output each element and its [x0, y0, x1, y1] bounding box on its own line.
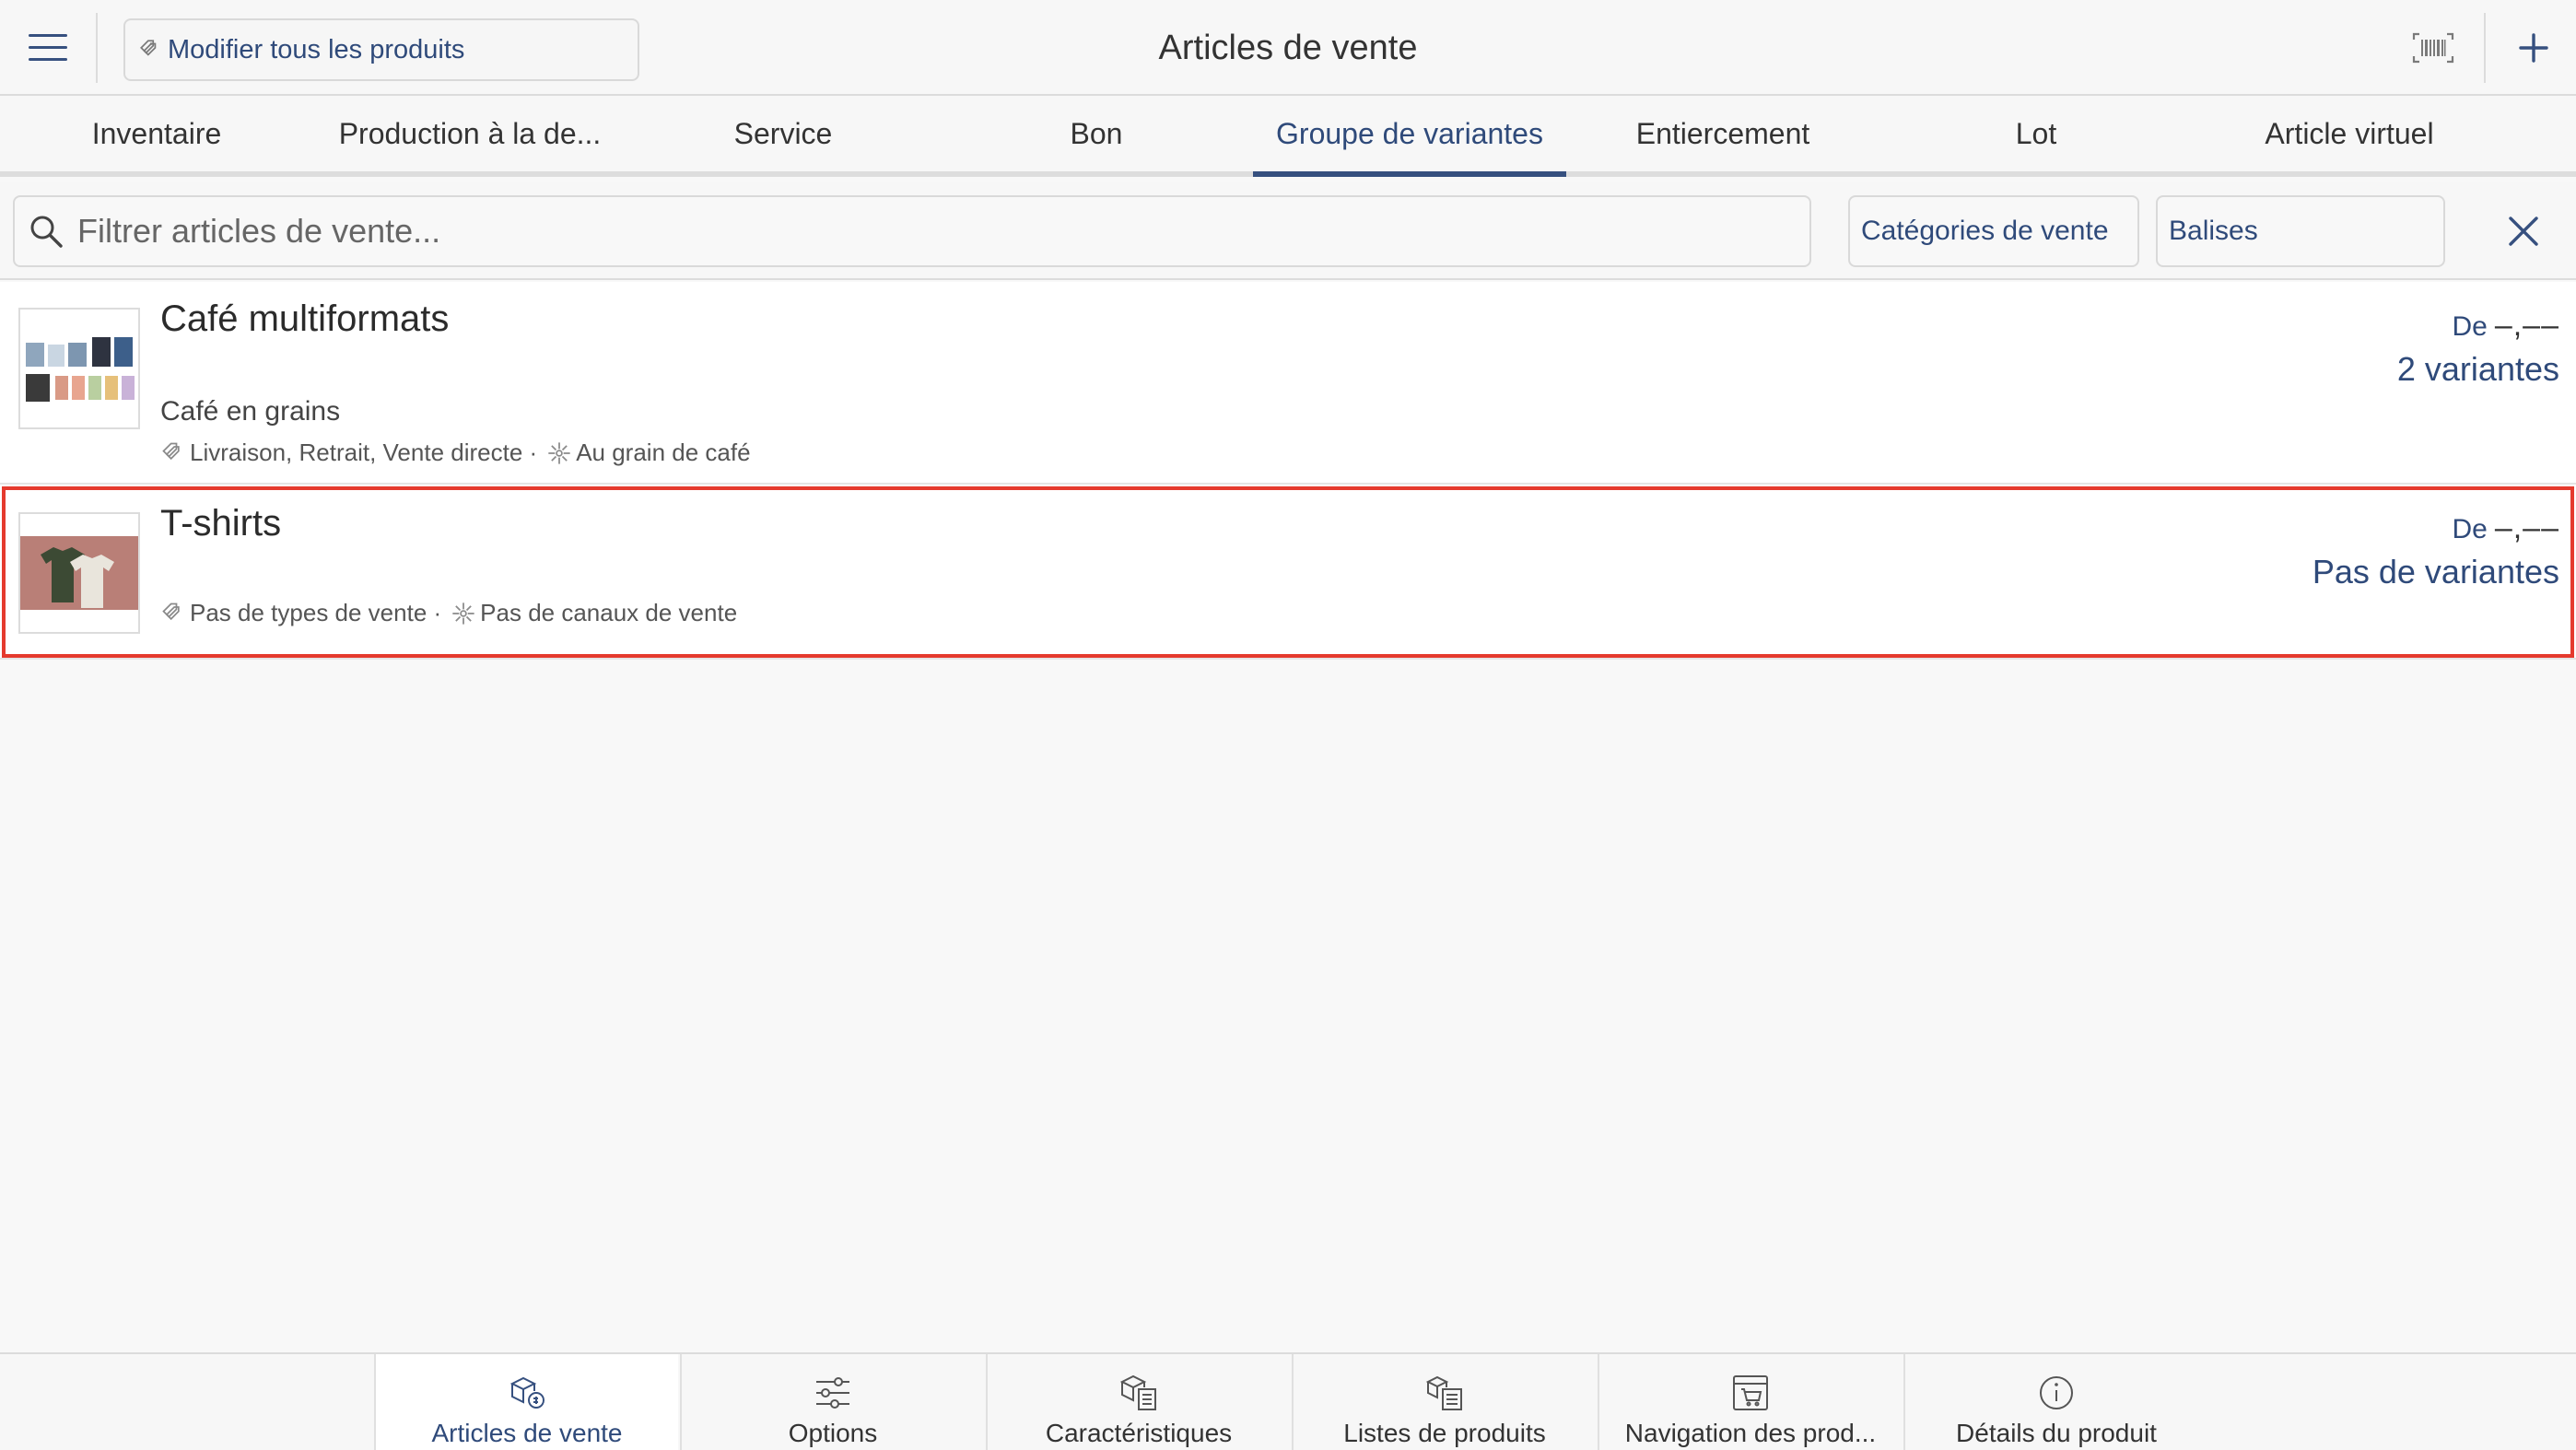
menu-icon [29, 34, 67, 62]
price-prefix: De [2452, 514, 2488, 544]
product-thumbnail [18, 308, 140, 429]
nav-label: Navigation des prod... [1624, 1419, 1877, 1447]
price: De –,–– [2452, 510, 2559, 546]
variants-count: 2 variantes [2396, 350, 2559, 388]
item-name: T-shirts [160, 503, 282, 544]
price: De –,–– [2452, 308, 2559, 344]
characteristics-icon [1119, 1374, 1156, 1410]
tags-icon [140, 40, 157, 56]
sliders-icon [816, 1377, 849, 1409]
tab-inventaire[interactable]: Inventaire [0, 96, 313, 171]
category-tabs: Inventaire Production à la de... Service… [0, 96, 2576, 177]
filter-bar: Catégories de vente Balises [0, 182, 2576, 280]
tags-icon [162, 442, 180, 460]
item-meta: Livraison, Retrait, Vente directe · Au g… [160, 439, 751, 467]
sale-types-text: Pas de types de vente · [190, 599, 442, 626]
channels-icon [452, 602, 474, 625]
sale-items-icon [509, 1376, 544, 1409]
price-value: –,–– [2494, 510, 2559, 545]
tab-lot[interactable]: Lot [1879, 96, 2193, 171]
sale-types-text: Livraison, Retrait, Vente directe · [190, 439, 538, 466]
top-bar: Modifier tous les produits Articles de v… [0, 0, 2576, 96]
nav-listes-de-produits[interactable]: Listes de produits [1292, 1354, 1596, 1450]
tab-entiercement[interactable]: Entiercement [1566, 96, 1879, 171]
channels-text: Pas de canaux de vente [480, 599, 738, 626]
plus-icon [2519, 33, 2548, 63]
coffee-products-image [20, 310, 138, 427]
search-box [13, 195, 1811, 267]
edit-all-products-button[interactable]: Modifier tous les produits [123, 18, 639, 81]
divider [96, 13, 98, 83]
tab-production[interactable]: Production à la de... [313, 96, 626, 171]
nav-label: Détails du produit [1956, 1419, 2157, 1447]
tab-article-virtuel[interactable]: Article virtuel [2193, 96, 2506, 171]
list-item[interactable]: Café multiformats Café en grains Livrais… [0, 282, 2576, 485]
close-icon [2509, 216, 2538, 246]
product-lists-icon [1425, 1375, 1462, 1410]
tab-groupe-de-variantes[interactable]: Groupe de variantes [1253, 96, 1566, 177]
item-subtitle: Café en grains [160, 396, 341, 427]
tags-icon [162, 602, 180, 620]
bottom-navigation: Articles de vente Options Caractéristiqu… [0, 1352, 2576, 1450]
divider [2484, 13, 2486, 83]
edit-all-label: Modifier tous les produits [168, 34, 465, 64]
sales-categories-filter-button[interactable]: Catégories de vente [1848, 195, 2139, 267]
nav-label: Listes de produits [1343, 1419, 1546, 1447]
product-thumbnail [18, 512, 140, 634]
list-item-selected[interactable]: T-shirts Pas de types de vente · Pas de … [0, 485, 2576, 660]
barcode-scan-button[interactable] [2403, 20, 2464, 76]
nav-details-du-produit[interactable]: Détails du produit [1903, 1354, 2207, 1450]
sale-items-list: Café multiformats Café en grains Livrais… [0, 282, 2576, 660]
nav-label: Options [788, 1419, 878, 1447]
item-meta: Pas de types de vente · Pas de canaux de… [160, 599, 737, 627]
clear-filter-button[interactable] [2493, 203, 2554, 260]
item-name: Café multiformats [160, 298, 450, 339]
nav-caracteristiques[interactable]: Caractéristiques [986, 1354, 1290, 1450]
tab-bon[interactable]: Bon [940, 96, 1253, 171]
price-value: –,–– [2494, 308, 2559, 343]
add-button[interactable] [2500, 15, 2567, 81]
variants-count: Pas de variantes [2312, 553, 2559, 591]
barcode-icon [2412, 32, 2454, 64]
channels-icon [548, 441, 570, 464]
tags-filter-button[interactable]: Balises [2156, 195, 2445, 267]
search-input[interactable] [77, 212, 1736, 251]
nav-articles-de-vente[interactable]: Articles de vente [374, 1354, 678, 1450]
price-prefix: De [2452, 311, 2488, 342]
search-icon [30, 216, 63, 248]
tshirts-image [20, 514, 138, 632]
hamburger-menu-button[interactable] [0, 0, 96, 96]
channels-text: Au grain de café [576, 439, 751, 466]
nav-label: Articles de vente [431, 1419, 623, 1447]
nav-options[interactable]: Options [680, 1354, 984, 1450]
cart-navigation-icon [1733, 1375, 1768, 1410]
nav-navigation-des-produits[interactable]: Navigation des prod... [1598, 1354, 1902, 1450]
nav-label: Caractéristiques [1045, 1419, 1233, 1447]
tab-service[interactable]: Service [626, 96, 940, 171]
info-icon [2040, 1376, 2073, 1409]
